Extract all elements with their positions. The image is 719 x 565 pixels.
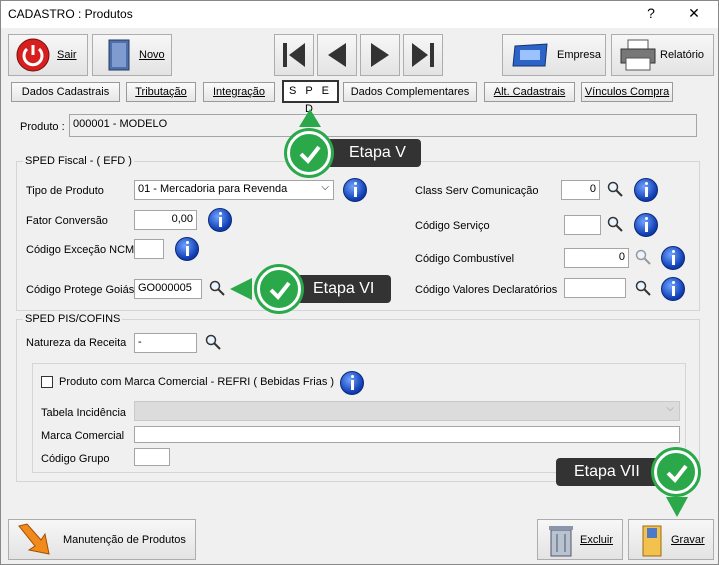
class-serv-field[interactable]: 0 xyxy=(561,180,600,200)
close-button[interactable]: ✕ xyxy=(679,5,709,22)
relatorio-label: Relatório xyxy=(660,49,705,61)
etapa-v-callout: Etapa V xyxy=(323,139,421,167)
info-icon[interactable] xyxy=(634,213,658,237)
power-icon xyxy=(16,38,50,72)
tab-alt-cadastrais[interactable]: Alt. Cadastrais xyxy=(484,82,575,102)
tabela-incidencia-label: Tabela Incidência xyxy=(41,407,127,419)
codigo-valores-declaratorios-field[interactable] xyxy=(564,278,626,298)
check-icon xyxy=(654,450,698,494)
sped-pis-cofins-group-label: SPED PIS/COFINS xyxy=(23,313,123,325)
codigo-valores-declaratorios-label: Código Valores Declaratórios xyxy=(415,284,558,296)
empresa-label: Empresa xyxy=(557,49,602,61)
next-icon xyxy=(371,43,389,67)
first-record-button[interactable] xyxy=(274,34,314,76)
produto-field: 000001 - MODELO xyxy=(69,114,697,137)
last-icon xyxy=(412,43,434,67)
tab-tributacao[interactable]: Tributação xyxy=(126,82,196,102)
last-record-button[interactable] xyxy=(403,34,443,76)
codigo-combustivel-label: Código Combustível xyxy=(415,253,515,265)
check-icon xyxy=(287,131,331,175)
save-icon xyxy=(642,525,662,556)
class-serv-label: Class Serv Comunicação xyxy=(415,185,539,197)
info-icon[interactable] xyxy=(661,277,685,301)
info-icon[interactable] xyxy=(208,208,232,232)
info-icon[interactable] xyxy=(661,246,685,270)
novo-button[interactable]: Novo xyxy=(92,34,172,76)
excluir-button[interactable]: Excluir xyxy=(537,519,623,560)
produto-label: Produto : xyxy=(20,121,65,133)
search-icon[interactable] xyxy=(635,249,651,265)
trash-icon xyxy=(549,525,573,556)
search-icon[interactable] xyxy=(209,280,225,296)
tipo-produto-value: 01 - Mercadoria para Revenda xyxy=(138,183,288,195)
tab-dados-complementares[interactable]: Dados Complementares xyxy=(343,82,477,102)
first-icon xyxy=(283,43,305,67)
arrow-down-icon xyxy=(18,522,50,555)
gravar-label: Gravar xyxy=(671,533,705,546)
natureza-receita-field[interactable]: - xyxy=(134,333,197,353)
info-icon[interactable] xyxy=(634,178,658,202)
marca-comercial-checkbox[interactable] xyxy=(41,376,53,388)
tabela-incidencia-select[interactable]: ⌵ xyxy=(134,401,680,421)
codigo-protege-goias-label: Código Protege Goiás xyxy=(26,284,135,296)
marca-comercial-field[interactable] xyxy=(134,426,680,443)
next-record-button[interactable] xyxy=(360,34,400,76)
codigo-excecao-ncm-field[interactable] xyxy=(134,239,164,259)
empresa-button[interactable]: Empresa xyxy=(502,34,606,76)
marca-comercial-checkbox-label: Produto com Marca Comercial - REFRI ( Be… xyxy=(59,376,335,388)
search-icon[interactable] xyxy=(607,181,623,197)
etapa-v-label: Etapa V xyxy=(349,144,406,161)
etapa-vi-callout: Etapa VI xyxy=(291,275,391,303)
search-icon[interactable] xyxy=(205,334,221,350)
novo-label: Novo xyxy=(139,49,165,61)
pointer-arrow xyxy=(666,497,688,517)
window-title: CADASTRO : Produtos xyxy=(8,7,133,21)
info-icon[interactable] xyxy=(343,178,367,202)
tipo-produto-select[interactable]: 01 - Mercadoria para Revenda ⌵ xyxy=(134,180,334,200)
fator-conversao-label: Fator Conversão xyxy=(26,215,108,227)
previous-record-button[interactable] xyxy=(317,34,357,76)
codigo-grupo-label: Código Grupo xyxy=(41,453,110,465)
window: CADASTRO : Produtos ? ✕ Sair Novo Empres… xyxy=(0,0,719,565)
codigo-grupo-field[interactable] xyxy=(134,448,170,466)
fator-conversao-field[interactable]: 0,00 xyxy=(134,210,197,230)
sair-label: Sair xyxy=(57,49,77,61)
previous-icon xyxy=(328,43,346,67)
info-icon[interactable] xyxy=(175,237,199,261)
tab-sped[interactable]: S P E D xyxy=(282,80,339,115)
check-icon xyxy=(257,267,301,311)
chevron-down-icon: ⌵ xyxy=(666,403,674,414)
codigo-protege-goias-field[interactable]: GO000005 xyxy=(134,279,202,299)
tab-dados-cadastrais[interactable]: Dados Cadastrais xyxy=(11,82,120,102)
printer-icon xyxy=(620,39,656,71)
search-icon[interactable] xyxy=(607,216,623,232)
help-button[interactable]: ? xyxy=(636,5,666,21)
sped-fiscal-group-label: SPED Fiscal - ( EFD ) xyxy=(23,155,134,167)
manutencao-produtos-label: Manutenção de Produtos xyxy=(63,533,186,546)
tab-vinculos-compra[interactable]: Vínculos Compra xyxy=(581,82,673,102)
etapa-vi-label: Etapa VI xyxy=(313,280,375,297)
title-bar: CADASTRO : Produtos ? ✕ xyxy=(1,1,718,28)
building-icon xyxy=(512,43,548,67)
chevron-down-icon: ⌵ xyxy=(321,182,329,193)
codigo-servico-field[interactable] xyxy=(564,215,601,235)
marca-comercial-label: Marca Comercial xyxy=(41,430,125,442)
codigo-servico-label: Código Serviço xyxy=(415,220,490,232)
tab-integracao[interactable]: Integração xyxy=(203,82,275,102)
new-document-icon xyxy=(108,39,130,71)
tipo-produto-label: Tipo de Produto xyxy=(26,185,104,197)
codigo-excecao-ncm-label: Código Exceção NCM xyxy=(26,244,135,256)
search-icon[interactable] xyxy=(635,280,651,296)
etapa-vii-label: Etapa VII xyxy=(574,463,640,480)
sair-button[interactable]: Sair xyxy=(8,34,88,76)
pointer-arrow xyxy=(299,109,321,127)
info-icon[interactable] xyxy=(340,371,364,395)
codigo-combustivel-field[interactable]: 0 xyxy=(564,248,629,268)
relatorio-button[interactable]: Relatório xyxy=(611,34,714,76)
excluir-label: Excluir xyxy=(580,533,614,546)
pointer-arrow xyxy=(230,278,252,300)
natureza-receita-label: Natureza da Receita xyxy=(26,337,127,349)
gravar-button[interactable]: Gravar xyxy=(628,519,714,560)
manutencao-produtos-button[interactable]: Manutenção de Produtos xyxy=(8,519,196,560)
